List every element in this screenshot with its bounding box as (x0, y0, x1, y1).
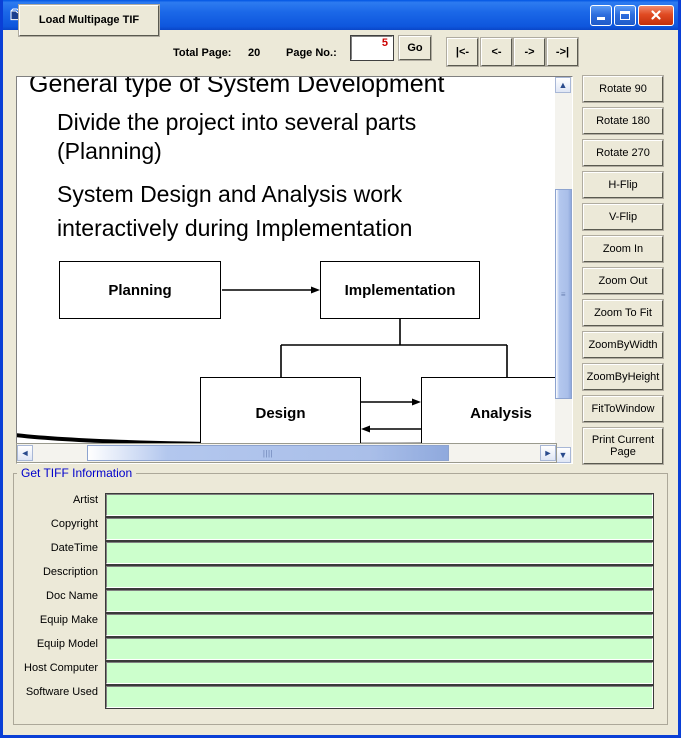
chevron-right-icon: ► (543, 448, 553, 458)
v-flip-button[interactable]: V-Flip (582, 203, 664, 231)
close-icon (651, 10, 661, 20)
total-page-label: Total Page: (173, 47, 232, 59)
diagram-box-planning-label: Planning (108, 281, 172, 299)
load-multipage-tif-button[interactable]: Load Multipage TIF (18, 4, 160, 37)
tiff-field-row-software-used: Software Used (3, 685, 678, 710)
rotate-180-button[interactable]: Rotate 180 (582, 107, 664, 135)
scroll-left-button[interactable]: ◄ (17, 445, 33, 461)
tiff-field-row-equip-model: Equip Model (3, 637, 678, 662)
tiff-field-label-copyright: Copyright (50, 518, 98, 530)
last-page-button[interactable]: ->| (546, 37, 579, 67)
vertical-scrollbar[interactable]: ▲ ≡ ▼ (555, 77, 572, 463)
minimize-icon (597, 17, 605, 20)
tiff-field-input-software-used[interactable] (105, 685, 654, 709)
print-current-page-button[interactable]: Print Current Page (582, 427, 664, 465)
scanned-page: General type of System Development Divid… (17, 77, 572, 449)
horizontal-scrollbar[interactable]: ◄ |||| ► (16, 443, 557, 463)
total-page-value: 20 (248, 47, 261, 59)
tiff-field-row-equip-make: Equip Make (3, 613, 678, 638)
page-number-input[interactable]: 5 (350, 35, 394, 61)
tiff-field-label-datetime: DateTime (50, 542, 98, 554)
previous-page-button[interactable]: <- (480, 37, 513, 67)
zoom-in-button[interactable]: Zoom In (582, 235, 664, 263)
tiff-field-input-artist[interactable] (105, 493, 654, 517)
rotate-270-button[interactable]: Rotate 270 (582, 139, 664, 167)
tiff-field-row-datetime: DateTime (3, 541, 678, 566)
zoom-out-button[interactable]: Zoom Out (582, 267, 664, 295)
minimize-button[interactable] (590, 4, 612, 26)
tiff-field-input-datetime[interactable] (105, 541, 654, 565)
tiff-information-caption: Get TIFF Information (17, 466, 137, 480)
fit-to-window-button[interactable]: FitToWindow (582, 395, 664, 423)
diagram-box-analysis: Analysis (421, 377, 572, 449)
tiff-field-row-doc-name: Doc Name (3, 589, 678, 614)
tiff-field-input-equip-model[interactable] (105, 637, 654, 661)
diagram-box-implementation: Implementation (320, 261, 480, 319)
tiff-field-label-description: Description (42, 566, 98, 578)
h-flip-button[interactable]: H-Flip (582, 171, 664, 199)
grip-icon: |||| (262, 448, 274, 458)
tiff-field-input-equip-make[interactable] (105, 613, 654, 637)
document-viewer[interactable]: General type of System Development Divid… (16, 76, 573, 464)
diagram-box-design: Design (200, 377, 361, 449)
close-button[interactable] (638, 4, 674, 26)
chevron-up-icon: ▲ (558, 80, 568, 90)
grip-icon: ≡ (560, 289, 567, 299)
tiff-field-row-host-computer: Host Computer (3, 661, 678, 686)
scroll-right-button[interactable]: ► (540, 445, 556, 461)
zoom-to-fit-button[interactable]: Zoom To Fit (582, 299, 664, 327)
tiff-field-row-copyright: Copyright (3, 517, 678, 542)
next-page-button[interactable]: -> (513, 37, 546, 67)
window-controls (590, 4, 674, 26)
tiff-field-label-doc-name: Doc Name (46, 590, 98, 602)
tiff-field-label-host-computer: Host Computer (24, 662, 98, 674)
diagram-box-analysis-label: Analysis (470, 404, 532, 422)
application-window: Form1 Load Multipage TIF Total Page: 20 … (0, 0, 681, 738)
horizontal-scrollbar-thumb[interactable]: |||| (87, 445, 449, 461)
tiff-field-row-description: Description (3, 565, 678, 590)
diagram-box-design-label: Design (255, 404, 306, 422)
zoom-by-width-button[interactable]: ZoomByWidth (582, 331, 664, 359)
scroll-up-button[interactable]: ▲ (555, 77, 571, 93)
chevron-left-icon: ◄ (20, 448, 30, 458)
tiff-field-input-copyright[interactable] (105, 517, 654, 541)
scroll-down-button[interactable]: ▼ (555, 447, 571, 463)
tiff-field-label-equip-make: Equip Make (39, 614, 98, 626)
tiff-field-input-description[interactable] (105, 565, 654, 589)
tiff-field-label-artist: Artist (72, 494, 98, 506)
tiff-field-label-software-used: Software Used (25, 686, 98, 698)
tiff-field-input-doc-name[interactable] (105, 589, 654, 613)
maximize-icon (620, 10, 630, 20)
zoom-by-height-button[interactable]: ZoomByHeight (582, 363, 664, 391)
rotate-90-button[interactable]: Rotate 90 (582, 75, 664, 103)
maximize-button[interactable] (614, 4, 636, 26)
go-button[interactable]: Go (398, 35, 432, 61)
diagram-box-planning: Planning (59, 261, 221, 319)
diagram-box-implementation-label: Implementation (344, 281, 456, 299)
page-no-label: Page No.: (286, 47, 337, 59)
vertical-scrollbar-thumb[interactable]: ≡ (555, 189, 572, 399)
tiff-field-row-artist: Artist (3, 493, 678, 518)
chevron-down-icon: ▼ (558, 450, 568, 460)
tiff-field-input-host-computer[interactable] (105, 661, 654, 685)
first-page-button[interactable]: |<- (446, 37, 479, 67)
tiff-field-label-equip-model: Equip Model (36, 638, 98, 650)
